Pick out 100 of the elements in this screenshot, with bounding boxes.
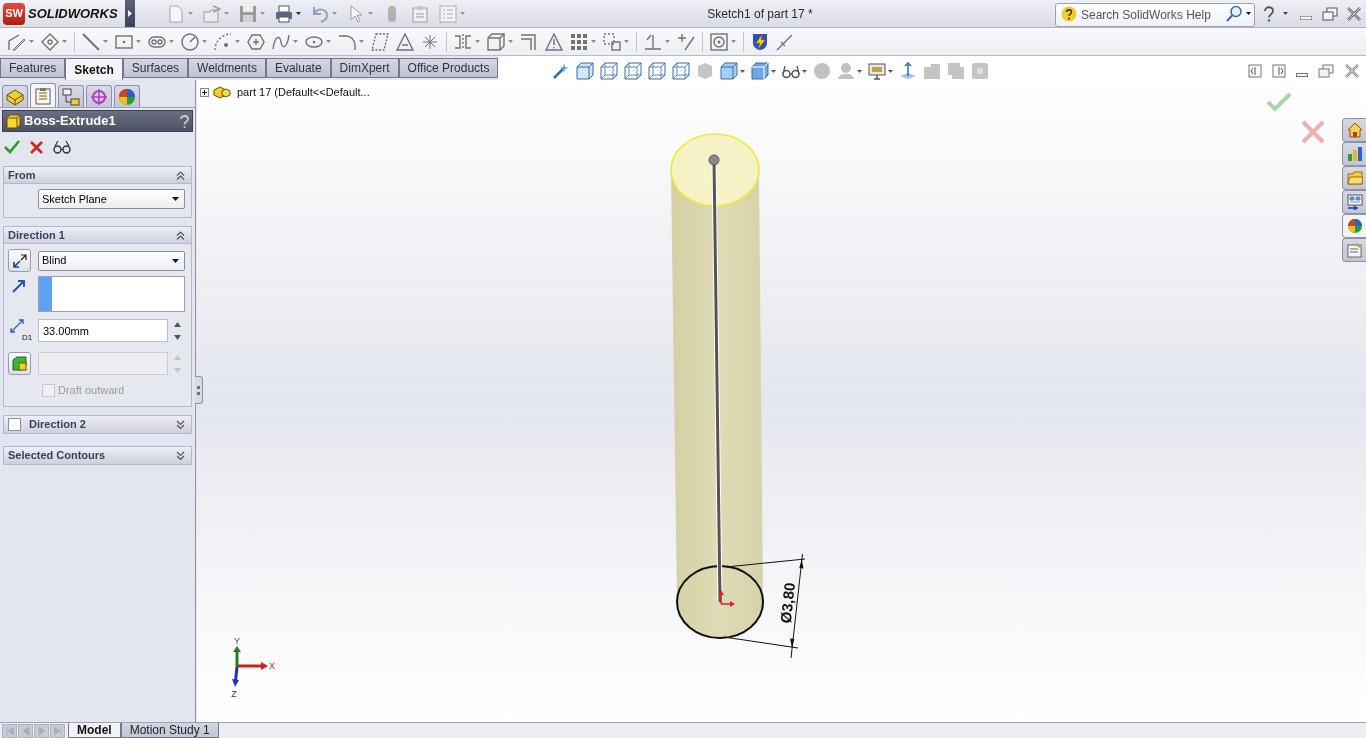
cube-icon[interactable] [648, 62, 667, 80]
circle-icon[interactable] [181, 32, 199, 51]
pencil-icon[interactable] [8, 32, 26, 51]
search-field[interactable]: Search SolidWorks Help [1055, 2, 1255, 27]
hexagon-icon[interactable] [247, 32, 265, 51]
folder-arrow-icon[interactable] [203, 4, 221, 23]
group-header[interactable]: Direction 1 [4, 227, 191, 244]
dropdown[interactable]: Blind [38, 250, 185, 271]
axis-icon[interactable] [899, 62, 918, 80]
part-icon[interactable] [213, 85, 231, 99]
rectangle-icon[interactable] [115, 32, 133, 51]
window-title: Sketch1 of part 17 * [707, 5, 813, 23]
close-icon[interactable] [1344, 64, 1360, 78]
tile-left-icon[interactable] [1248, 64, 1262, 78]
cube-icon[interactable] [720, 62, 739, 80]
ok-icon[interactable] [4, 140, 20, 154]
cube-icon[interactable] [487, 32, 505, 51]
restore-icon[interactable] [1318, 64, 1334, 78]
caret-icon[interactable] [1246, 11, 1251, 15]
selection-list-field[interactable] [38, 276, 185, 312]
command-tab[interactable]: Sketch [65, 58, 123, 80]
help-icon[interactable] [1263, 5, 1275, 22]
spinner-icon[interactable] [174, 321, 181, 340]
caret-icon[interactable] [888, 69, 894, 73]
triangle-icon[interactable] [396, 32, 414, 51]
spline-icon[interactable] [272, 32, 290, 51]
line-icon[interactable] [82, 32, 100, 51]
cube-icon[interactable] [624, 62, 643, 80]
tile-right-icon[interactable] [1272, 64, 1286, 78]
cube-icon[interactable] [600, 62, 619, 80]
double-chevron-up-icon[interactable] [176, 170, 185, 180]
plane-icon[interactable] [371, 32, 389, 51]
perpendicular-icon[interactable] [644, 32, 662, 51]
bottom-tab[interactable]: Motion Study 1 [120, 723, 219, 738]
caret-icon[interactable] [296, 12, 301, 15]
cancel-icon[interactable] [30, 140, 43, 154]
monitor-icon[interactable] [868, 62, 887, 80]
restore-icon[interactable] [1322, 6, 1338, 21]
cursor-icon[interactable] [347, 4, 365, 23]
warning-icon[interactable] [545, 32, 563, 51]
offset-lines-icon[interactable] [520, 32, 538, 51]
caret-icon[interactable] [172, 197, 179, 201]
caret-icon[interactable] [1283, 12, 1288, 15]
cube-icon[interactable] [672, 62, 691, 80]
cube-icon[interactable] [751, 62, 770, 80]
checklist-icon[interactable] [439, 4, 457, 23]
caret-icon[interactable] [857, 69, 863, 73]
triangle-right-icon[interactable] [128, 10, 132, 17]
bottom-tab[interactable]: Model [68, 723, 121, 738]
depth-field[interactable]: 33.00mm [38, 319, 168, 342]
diagonal-line-icon[interactable] [776, 32, 794, 51]
graphics-area[interactable]: part 17 (Default<<Default... Ø3,80 Y X Z [197, 80, 1366, 722]
help-icon[interactable] [1061, 5, 1077, 22]
cylinder-drawing[interactable] [670, 133, 764, 639]
group-header[interactable]: From [4, 167, 191, 184]
clipboard-icon[interactable] [411, 4, 429, 23]
move-icon[interactable] [603, 32, 621, 51]
corner-icon[interactable] [338, 32, 356, 51]
undo-icon[interactable] [311, 4, 329, 23]
double-chevron-down-icon[interactable] [176, 451, 185, 460]
command-tab[interactable]: Features [0, 58, 66, 78]
splitter-handle[interactable] [195, 376, 203, 404]
dimension-line[interactable] [723, 553, 806, 659]
logo-wordmark: SOLIDWORKS [28, 4, 118, 23]
y-axis-arrow [233, 646, 241, 667]
diamond-icon[interactable] [41, 32, 59, 51]
arc-icon[interactable] [214, 32, 232, 51]
minimize-icon[interactable] [1300, 15, 1312, 20]
cube-icon[interactable] [576, 62, 595, 80]
target-icon[interactable] [710, 32, 728, 51]
caret-icon[interactable] [802, 69, 808, 73]
command-tab[interactable]: Evaluate [265, 58, 331, 78]
checkbox[interactable] [8, 418, 21, 431]
printer-icon[interactable] [275, 4, 293, 23]
command-tab[interactable]: Weldments [188, 58, 266, 78]
double-chevron-down-icon[interactable] [176, 420, 185, 429]
glasses-icon[interactable] [53, 140, 71, 154]
double-chevron-up-icon[interactable] [176, 230, 185, 240]
dropdown[interactable]: Sketch Plane [38, 189, 185, 209]
caret-icon[interactable] [771, 69, 777, 73]
caret-icon[interactable] [172, 258, 179, 263]
folder-icon[interactable] [1346, 171, 1363, 185]
asterisk-icon[interactable] [421, 32, 439, 51]
minimize-icon[interactable] [1296, 73, 1308, 77]
group-header[interactable]: Selected Contours [4, 447, 191, 464]
command-tab[interactable]: DimXpert [330, 58, 399, 78]
plus-pencil-icon[interactable] [677, 32, 695, 51]
lightning-icon[interactable] [751, 32, 769, 51]
group-header[interactable]: Direction 2 [4, 416, 191, 433]
dimension-label[interactable]: Ø3,80 [776, 581, 799, 625]
dot-grid-icon[interactable] [570, 32, 588, 51]
expand-icon[interactable] [200, 87, 209, 97]
command-tab[interactable]: Surfaces [122, 58, 189, 78]
menu-tab[interactable] [125, 0, 135, 27]
feature-tree-label[interactable]: part 17 (Default<<Default... [237, 84, 370, 101]
caret-icon[interactable] [740, 69, 746, 73]
close-icon[interactable] [1346, 6, 1362, 21]
search-icon[interactable] [1226, 4, 1242, 22]
command-tab[interactable]: Office Products [398, 58, 499, 78]
mirror-icon[interactable] [454, 32, 472, 51]
